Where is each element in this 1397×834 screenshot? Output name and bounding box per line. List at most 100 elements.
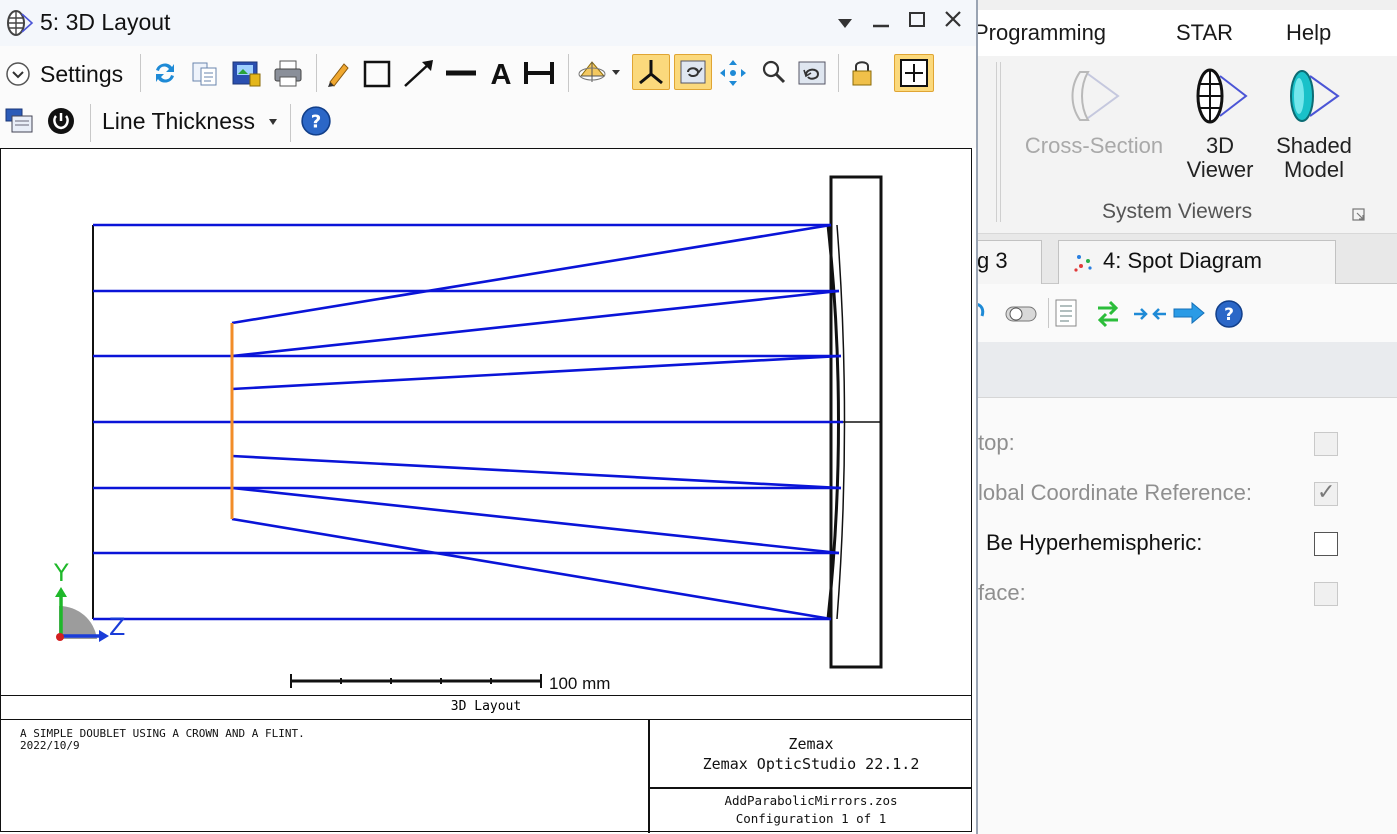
ray <box>231 354 842 391</box>
menu-help[interactable]: Help <box>1286 20 1331 46</box>
swap-arrows-icon[interactable] <box>1094 298 1122 328</box>
toolbar-separator <box>90 104 91 142</box>
chevron-down-icon <box>838 19 852 28</box>
zoom-icon[interactable] <box>760 58 788 88</box>
ray <box>231 289 840 358</box>
3d-layout-window-icon <box>7 10 34 36</box>
pan-icon[interactable] <box>718 58 748 88</box>
option-label-surface: face: <box>978 580 1026 605</box>
pencil-icon[interactable] <box>324 58 352 88</box>
toggle-icon[interactable] <box>1004 304 1038 324</box>
window-layout-icon[interactable] <box>4 106 36 136</box>
axes-view-button[interactable] <box>632 54 670 90</box>
hold-data-icon[interactable] <box>46 106 76 136</box>
ray <box>231 517 832 621</box>
line-tool-icon[interactable] <box>444 58 478 88</box>
footer-file-block: AddParabolicMirrors.zos Configuration 1 … <box>650 792 972 828</box>
fit-frame-icon <box>900 59 928 87</box>
menu-programming[interactable]: Programming <box>974 20 1106 46</box>
checkmark-icon: ✓ <box>1317 479 1336 504</box>
option-checkbox-global-coordinate-reference[interactable]: ✓ <box>1314 479 1338 506</box>
fit-to-window-button[interactable] <box>894 54 934 92</box>
layout-drawing: Y Z 100 mm <box>53 175 883 693</box>
dimension-tool-icon[interactable] <box>522 58 556 88</box>
export-image-icon[interactable] <box>230 58 262 88</box>
option-checkbox-surface[interactable] <box>1314 582 1338 606</box>
close-icon <box>945 11 961 27</box>
footer-date: 2022/10/9 <box>20 739 80 752</box>
minimize-button[interactable] <box>866 8 896 36</box>
ray <box>231 454 842 490</box>
footer-file-name: AddParabolicMirrors.zos <box>724 793 898 808</box>
3d-viewer-button[interactable]: 3D Viewer <box>1178 60 1262 188</box>
update-icon[interactable] <box>150 58 180 88</box>
help-icon[interactable]: ? <box>300 105 332 137</box>
ribbon-group-label: System Viewers <box>1102 200 1253 223</box>
tab-spot-diagram[interactable]: 4: Spot Diagram <box>1058 240 1336 284</box>
menu-star[interactable]: STAR <box>1176 20 1233 46</box>
dialog-launcher-icon[interactable] <box>1352 208 1366 222</box>
ray <box>231 223 832 325</box>
spot-diagram-icon <box>1074 255 1092 272</box>
rectangle-tool-icon[interactable] <box>362 59 392 89</box>
shaded-model-label-line2: Model <box>1284 157 1344 182</box>
plot-caption: 3D Layout <box>0 695 972 719</box>
svg-text:?: ? <box>1224 305 1234 325</box>
analysis-tab-strip: g 3 4: Spot Diagram <box>966 234 1397 284</box>
3d-viewer-icon <box>1196 68 1248 124</box>
plot-toolbar-row-2: Line Thickness ? <box>0 98 976 148</box>
lock-icon[interactable] <box>848 58 876 88</box>
print-icon[interactable] <box>272 58 304 88</box>
toolbar-separator <box>316 54 317 92</box>
dropdown-arrow-icon <box>269 119 277 125</box>
svg-text:A: A <box>491 59 512 88</box>
window-menu-dropdown-button[interactable] <box>830 8 860 36</box>
toolbar-separator <box>568 54 569 92</box>
option-label-hyperhemispheric: Be Hyperhemispheric: <box>986 530 1203 555</box>
axis-triad-shading <box>59 605 97 639</box>
arrow-tool-icon[interactable] <box>402 58 436 88</box>
auto-rotate-button[interactable] <box>674 54 712 90</box>
cross-section-label: Cross-Section <box>1024 133 1164 158</box>
copy-icon[interactable] <box>190 58 220 88</box>
option-label-global-coordinate-reference: lobal Coordinate Reference: <box>978 480 1252 505</box>
shaded-model-icon <box>1290 70 1340 122</box>
menu-bar: Programming STAR Help <box>972 10 1397 56</box>
shaded-model-button[interactable]: Shaded Model <box>1268 60 1360 188</box>
text-tool-icon[interactable]: A <box>486 58 516 88</box>
window-title-bar[interactable]: 5: 3D Layout <box>0 0 976 46</box>
toolbar-separator <box>1048 298 1049 328</box>
settings-toggle-button[interactable] <box>4 60 32 88</box>
maximize-button[interactable] <box>902 8 932 36</box>
z-axis-arrowhead <box>99 630 109 642</box>
line-thickness-label: Line Thickness <box>102 108 255 134</box>
option-checkbox-stop[interactable] <box>1314 432 1338 456</box>
window-title: 5: 3D Layout <box>40 9 171 35</box>
help-icon[interactable]: ? <box>1214 299 1244 329</box>
plot-footer: A SIMPLE DOUBLET USING A CROWN AND A FLI… <box>0 719 972 833</box>
maximize-icon <box>909 12 925 27</box>
reset-view-icon[interactable] <box>796 58 828 88</box>
arrow-right-icon[interactable] <box>1172 300 1206 326</box>
y-axis-label: Y <box>53 559 69 587</box>
footer-product: Zemax OpticStudio 22.1.2 <box>702 755 920 773</box>
footer-divider-horizontal <box>648 787 972 789</box>
rotate-view-dropdown-icon[interactable] <box>576 56 622 88</box>
cross-section-button[interactable]: Cross-Section <box>1014 60 1174 188</box>
option-checkbox-hyperhemispheric[interactable] <box>1314 532 1338 556</box>
shaded-model-label-line1: Shaded <box>1276 133 1352 158</box>
option-label-stop: top: <box>978 430 1015 455</box>
toolbar-separator <box>290 104 291 142</box>
converge-arrows-icon[interactable] <box>1132 306 1168 322</box>
settings-panel: top: lobal Coordinate Reference: ✓ Be Hy… <box>972 398 1397 834</box>
settings-label[interactable]: Settings <box>40 61 123 88</box>
cross-section-lens-icon <box>1071 71 1120 121</box>
text-report-icon[interactable] <box>1054 298 1078 328</box>
footer-configuration: Configuration 1 of 1 <box>735 811 887 826</box>
footer-company: Zemax <box>788 735 834 753</box>
spot-diagram-toolbar: ? <box>972 284 1397 342</box>
plot-toolbar-row-1: Settings A <box>0 46 976 98</box>
close-button[interactable] <box>938 8 968 36</box>
axis-origin <box>56 633 64 641</box>
toolbar-separator <box>838 54 839 92</box>
